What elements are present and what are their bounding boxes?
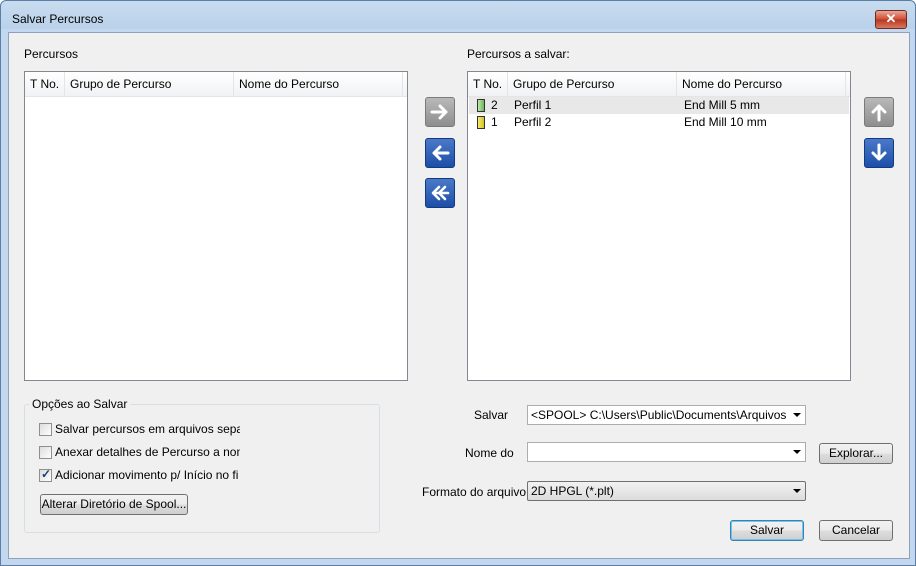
percursos-a-salvar-label: Percursos a salvar: — [467, 47, 570, 61]
arrow-up-icon — [871, 104, 887, 122]
row-group: Perfil 2 — [514, 115, 552, 129]
window-title: Salvar Percursos — [12, 12, 104, 26]
double-arrow-left-icon — [431, 185, 450, 201]
arrow-right-icon — [430, 104, 448, 120]
checkbox-label: Anexar detalhes de Percurso a nomes d — [55, 445, 240, 459]
row-t-no: 2 — [491, 98, 498, 112]
check-icon: ✓ — [41, 468, 52, 481]
column-nome[interactable]: Nome do Percurso — [677, 72, 846, 96]
percursos-label: Percursos — [24, 47, 79, 61]
checkbox-box — [39, 446, 52, 459]
percursos-a-salvar-header: T No. Grupo de Percurso Nome do Percurso — [468, 72, 850, 97]
checkbox-label: Salvar percursos em arquivos sepa — [55, 422, 240, 436]
percursos-list-header: T No. Grupo de Percurso Nome do Percurso — [25, 72, 407, 97]
move-all-left-button[interactable] — [425, 178, 455, 208]
percursos-list[interactable]: T No. Grupo de Percurso Nome do Percurso — [24, 71, 408, 381]
column-grupo[interactable]: Grupo de Percurso — [65, 72, 234, 96]
row-name: End Mill 10 mm — [684, 115, 767, 129]
file-format-label: Formato do arquivo — [422, 485, 527, 499]
file-name-combo[interactable] — [527, 442, 806, 462]
dialog-window: Salvar Percursos ✕ Percursos T No. Grupo… — [0, 0, 916, 566]
row-group: Perfil 1 — [514, 98, 552, 112]
move-up-button[interactable] — [864, 97, 894, 127]
title-bar[interactable]: Salvar Percursos ✕ — [1, 1, 915, 33]
percursos-a-salvar-list[interactable]: T No. Grupo de Percurso Nome do Percurso… — [467, 71, 851, 381]
separate-files-checkbox[interactable]: Salvar percursos em arquivos sepa — [39, 422, 240, 438]
arrow-left-icon — [432, 145, 450, 161]
row-t-no: 1 — [491, 115, 498, 129]
save-button[interactable]: Salvar — [730, 520, 804, 541]
arrow-down-icon — [871, 143, 887, 161]
list-item[interactable]: 2 Perfil 1 End Mill 5 mm — [469, 97, 849, 114]
chevron-down-icon — [793, 413, 801, 417]
row-name: End Mill 5 mm — [684, 98, 761, 112]
browse-button[interactable]: Explorar... — [819, 443, 893, 464]
file-format-select[interactable]: 2D HPGL (*.plt) — [527, 481, 806, 501]
save-to-value: <SPOOL> C:\Users\Public\Documents\Arquiv… — [531, 408, 789, 422]
checkbox-box — [39, 423, 52, 436]
close-button[interactable]: ✕ — [875, 10, 907, 29]
file-name-label: Nome do — [465, 446, 514, 460]
save-to-combo[interactable]: <SPOOL> C:\Users\Public\Documents\Arquiv… — [527, 405, 806, 425]
tool-icon — [477, 116, 485, 129]
append-details-checkbox[interactable]: Anexar detalhes de Percurso a nomes d — [39, 445, 240, 461]
move-right-button[interactable] — [425, 97, 455, 127]
move-down-button[interactable] — [864, 138, 894, 168]
close-icon: ✕ — [885, 11, 897, 26]
column-grupo[interactable]: Grupo de Percurso — [508, 72, 677, 96]
save-to-label: Salvar — [474, 408, 509, 422]
options-group-title: Opções ao Salvar — [29, 397, 131, 411]
checkbox-box: ✓ — [39, 468, 52, 482]
tool-icon — [477, 99, 485, 112]
chevron-down-icon — [793, 450, 801, 454]
column-t-no[interactable]: T No. — [468, 72, 508, 96]
dialog-body: Percursos T No. Grupo de Percurso Nome d… — [8, 32, 910, 559]
column-nome[interactable]: Nome do Percurso — [234, 72, 403, 96]
change-spool-directory-button[interactable]: Alterar Diretório de Spool... — [40, 494, 188, 515]
list-item[interactable]: 1 Perfil 2 End Mill 10 mm — [469, 114, 849, 131]
cancel-button[interactable]: Cancelar — [819, 520, 893, 541]
move-left-button[interactable] — [425, 138, 455, 168]
checkbox-label: Adicionar movimento p/ Início no fi — [55, 468, 239, 482]
chevron-down-icon — [793, 489, 801, 493]
file-format-value: 2D HPGL (*.plt) — [531, 484, 614, 498]
column-t-no[interactable]: T No. — [25, 72, 65, 96]
add-home-move-checkbox[interactable]: ✓ Adicionar movimento p/ Início no fi — [39, 468, 240, 484]
